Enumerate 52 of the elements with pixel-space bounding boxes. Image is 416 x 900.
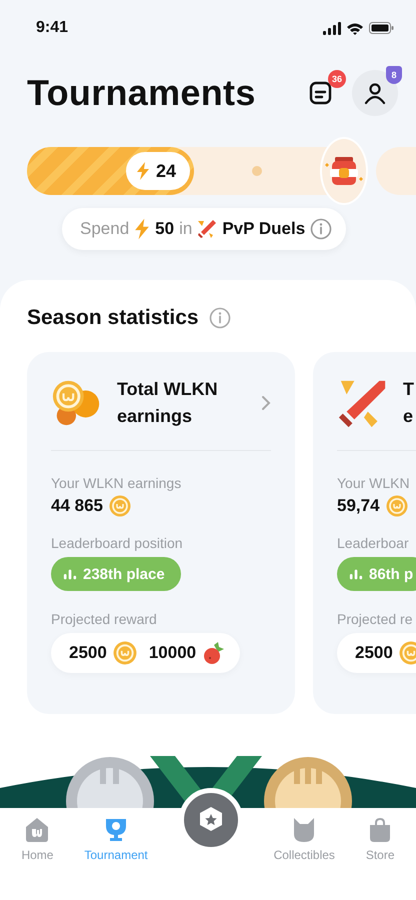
sword-icon xyxy=(197,219,218,239)
bar-chart-icon xyxy=(63,568,77,580)
info-icon[interactable] xyxy=(310,218,332,240)
reward-amount: 10000 xyxy=(148,643,196,663)
berry-icon xyxy=(202,641,226,665)
user-icon xyxy=(363,81,387,105)
messages-icon xyxy=(308,80,334,106)
card-title-line: earnings xyxy=(117,405,192,428)
page-title: Tournaments xyxy=(27,72,256,114)
stat-card[interactable]: T e Your WLKN 59,74 Leaderboar 86th p Projected re 2500 xyxy=(313,352,416,714)
place-badge: 86th p xyxy=(337,557,416,591)
nav-tab[interactable]: Home xyxy=(21,808,54,862)
coin-icon xyxy=(386,495,408,517)
quest-mode: PvP Duels xyxy=(222,219,306,239)
nav-tab[interactable]: Collectibles xyxy=(274,808,335,862)
quest-amount: 50 xyxy=(155,219,174,239)
coin-icon xyxy=(398,641,416,665)
notification-badge: 36 xyxy=(328,70,346,88)
position-label: Leaderboard position xyxy=(51,535,183,551)
section-title: Season statistics xyxy=(27,306,199,330)
earnings-label: Your WLKN earnings xyxy=(51,475,182,491)
reward-label: Projected re xyxy=(337,611,412,627)
milestone-dot xyxy=(252,166,262,176)
bar-chart-icon xyxy=(349,568,363,580)
card-title-line: e xyxy=(403,405,414,428)
chevron-icon xyxy=(261,395,271,411)
stat-card[interactable]: Total WLKN earnings Your WLKN earnings 44 865 Leaderboard position 238th place Projected reward 2500 10000 xyxy=(27,352,295,714)
energy-count: 24 xyxy=(126,152,190,190)
nav-tab[interactable]: Store xyxy=(366,808,395,862)
card-title-line: T xyxy=(403,378,414,401)
lightning-icon xyxy=(134,218,150,240)
level-badge: 8 xyxy=(386,66,402,84)
battery-icon xyxy=(369,22,394,34)
coin-icon xyxy=(112,641,137,665)
lightning-icon xyxy=(136,162,150,180)
status-time: 9:41 xyxy=(36,19,68,37)
earnings-value: 59,74 xyxy=(337,496,380,516)
reward-amount: 2500 xyxy=(355,643,393,663)
card-title-line: Total WLKN xyxy=(117,378,218,401)
position-label: Leaderboar xyxy=(337,535,409,551)
earnings-label: Your WLKN xyxy=(337,475,410,491)
quest-prefix: Spend xyxy=(80,219,130,239)
earnings-value: 44 865 xyxy=(51,496,103,516)
place-badge: 238th place xyxy=(51,557,181,591)
reward-amount: 2500 xyxy=(69,643,107,663)
signal-icon xyxy=(323,22,341,34)
reward-label: Projected reward xyxy=(51,611,157,627)
profile-button[interactable] xyxy=(352,70,398,116)
coin-icon xyxy=(109,495,131,517)
wifi-icon xyxy=(347,22,363,34)
nav-tab[interactable]: Tournament xyxy=(84,808,148,862)
quest-connector: in xyxy=(179,219,192,239)
